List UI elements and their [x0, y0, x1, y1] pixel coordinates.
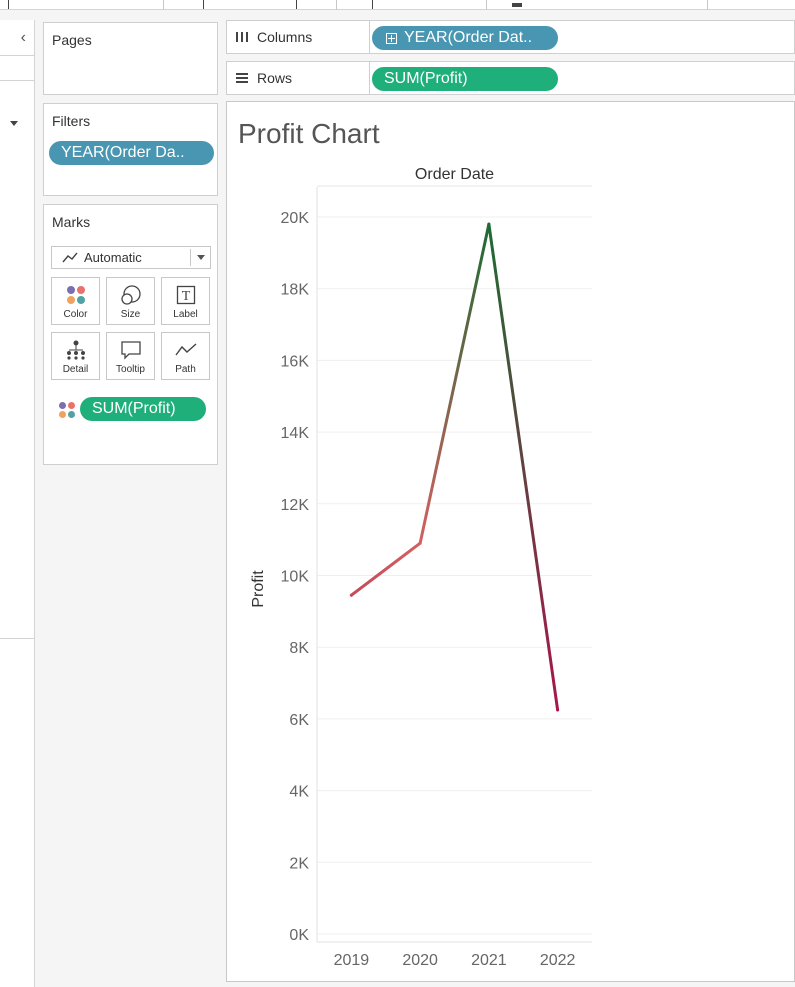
filters-title: Filters	[52, 113, 91, 129]
toolbar-fragment	[296, 0, 297, 9]
filters-card: Filters YEAR(Order Da..	[43, 103, 218, 196]
pages-card: Pages	[43, 22, 218, 95]
detail-label: Detail	[62, 364, 89, 375]
size-icon	[107, 283, 154, 307]
color-encoding-icon	[59, 402, 75, 418]
expand-icon[interactable]	[386, 33, 397, 44]
color-label: Color	[63, 309, 88, 320]
rows-icon	[236, 73, 248, 83]
shelf-divider	[369, 21, 370, 53]
columns-icon	[236, 32, 248, 42]
y-tick-label: 20K	[281, 210, 310, 227]
x-tick-label: 2019	[334, 952, 370, 969]
data-point	[418, 541, 422, 545]
path-label: Path	[175, 364, 196, 375]
y-tick-label: 2K	[289, 855, 309, 872]
pages-title: Pages	[52, 32, 92, 48]
viz-area: Profit Chart Order Date Profit 0K 2K 4K 6K 8…	[226, 101, 795, 982]
mark-type-dropdown[interactable]: Automatic	[51, 246, 211, 269]
mark-type-value: Automatic	[84, 250, 142, 265]
data-pane-header: ‹	[0, 20, 34, 56]
size-label: Size	[120, 309, 141, 320]
rows-shelf-label: Rows	[235, 62, 292, 94]
data-point	[556, 708, 560, 712]
label-icon: T	[162, 283, 209, 307]
columns-pill-text: YEAR(Order Dat..	[404, 29, 533, 46]
tooltip-label: Tooltip	[116, 364, 145, 375]
y-tick-label: 4K	[289, 784, 309, 801]
pane-divider	[0, 80, 35, 81]
marks-pill-sum-profit[interactable]: SUM(Profit)	[80, 397, 206, 421]
detail-icon	[52, 338, 99, 362]
path-icon	[162, 338, 209, 362]
x-tick-label: 2020	[402, 952, 438, 969]
line-segment	[349, 541, 422, 597]
y-tick-label: 12K	[281, 497, 310, 514]
label-label: Label	[173, 309, 198, 320]
x-tick-label: 2022	[540, 952, 576, 969]
filter-pill-year[interactable]: YEAR(Order Da..	[49, 141, 214, 165]
tooltip-button[interactable]: Tooltip	[106, 332, 155, 380]
data-point	[349, 593, 353, 597]
y-tick-label: 0K	[289, 927, 309, 944]
y-tick-label: 8K	[289, 640, 309, 657]
toolbar-strip	[0, 0, 795, 10]
detail-button[interactable]: Detail	[51, 332, 100, 380]
toolbar-divider	[486, 0, 487, 10]
collapse-pane-icon[interactable]: ‹	[21, 29, 26, 47]
line-segment	[487, 222, 560, 712]
marks-card: Marks Automatic Color Size T Label Detai…	[43, 204, 218, 465]
columns-shelf-label: Columns	[235, 21, 312, 53]
size-button[interactable]: Size	[106, 277, 155, 325]
profit-line-chart: 0K 2K 4K 6K 8K 10K 12K 14K 16K 18K 20K 2019 2020 2021…	[281, 185, 592, 969]
toolbar-fragment	[372, 0, 373, 9]
toolbar-divider	[163, 0, 164, 10]
toolbar-fragment	[203, 0, 204, 9]
columns-label-text: Columns	[257, 29, 313, 45]
line-segment	[418, 222, 491, 545]
y-tick-label: 18K	[281, 282, 310, 299]
toolbar-divider	[336, 0, 337, 10]
data-point	[487, 222, 491, 226]
rows-pill-sum-profit[interactable]: SUM(Profit)	[372, 67, 558, 91]
line-mark-icon	[62, 252, 78, 263]
tooltip-icon	[107, 338, 154, 362]
shelf-divider	[369, 62, 370, 94]
y-tick-label: 16K	[281, 353, 310, 370]
pane-divider	[0, 638, 35, 639]
svg-text:T: T	[181, 289, 190, 304]
rows-shelf: Rows SUM(Profit)	[226, 61, 795, 95]
y-tick-label: 14K	[281, 425, 310, 442]
chevron-down-icon	[197, 255, 205, 260]
y-tick-label: 10K	[281, 569, 310, 586]
columns-pill-year[interactable]: YEAR(Order Dat..	[372, 26, 558, 50]
columns-shelf: Columns YEAR(Order Dat..	[226, 20, 795, 54]
chevron-down-icon[interactable]	[10, 121, 18, 126]
marks-title: Marks	[52, 214, 91, 230]
color-button[interactable]: Color	[51, 277, 100, 325]
label-button[interactable]: T Label	[161, 277, 210, 325]
toolbar-fragment	[8, 0, 9, 9]
x-tick-label: 2021	[471, 952, 507, 969]
y-tick-label: 6K	[289, 712, 309, 729]
path-button[interactable]: Path	[161, 332, 210, 380]
toolbar-divider	[707, 0, 708, 10]
color-icon	[52, 283, 99, 307]
dropdown-divider	[190, 249, 191, 266]
toolbar-fragment	[512, 3, 522, 7]
rows-label-text: Rows	[257, 70, 293, 86]
data-pane: ‹	[0, 20, 35, 987]
